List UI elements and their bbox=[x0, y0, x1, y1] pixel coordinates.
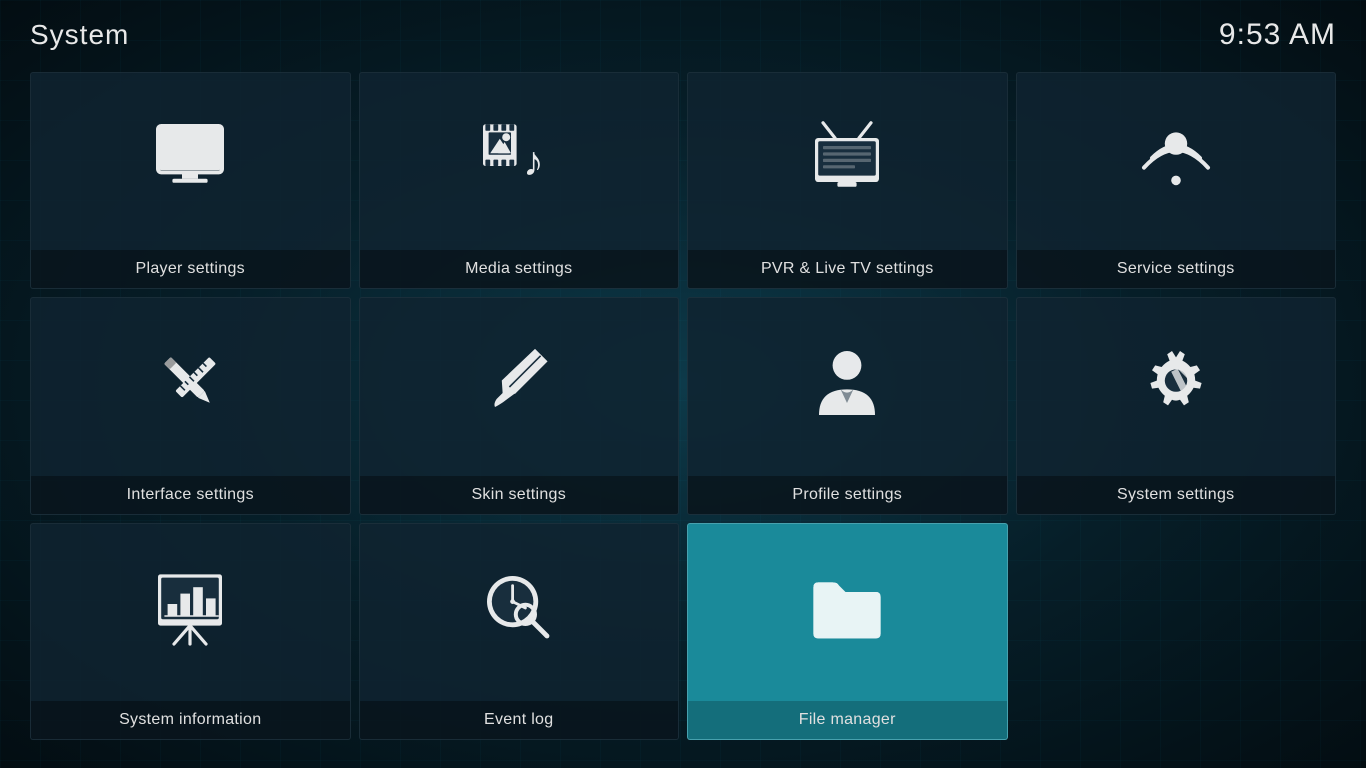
service-icon bbox=[1136, 118, 1216, 198]
player-settings-tile[interactable]: Player settings bbox=[30, 72, 351, 289]
skin-settings-tile[interactable]: Skin settings bbox=[359, 297, 680, 514]
event-log-label: Event log bbox=[360, 701, 679, 739]
event-log-tile[interactable]: Event log bbox=[359, 523, 680, 740]
skin-icon bbox=[479, 343, 559, 423]
media-settings-label: Media settings bbox=[360, 250, 679, 288]
clock-display: 9:53 AM bbox=[1219, 18, 1336, 52]
player-settings-label: Player settings bbox=[31, 250, 350, 288]
file-manager-icon-area bbox=[807, 524, 887, 701]
profile-settings-label: Profile settings bbox=[688, 476, 1007, 514]
pvr-settings-tile[interactable]: PVR & Live TV settings bbox=[687, 72, 1008, 289]
event-log-icon-area bbox=[479, 524, 559, 701]
skin-settings-label: Skin settings bbox=[360, 476, 679, 514]
pvr-settings-label: PVR & Live TV settings bbox=[688, 250, 1007, 288]
system-settings-tile[interactable]: System settings bbox=[1016, 297, 1337, 514]
profile-settings-icon-area bbox=[807, 298, 887, 475]
service-settings-label: Service settings bbox=[1017, 250, 1336, 288]
pvr-icon bbox=[807, 118, 887, 198]
profile-icon bbox=[807, 343, 887, 423]
system-information-tile[interactable]: System information bbox=[30, 523, 351, 740]
interface-settings-icon-area bbox=[150, 298, 230, 475]
system-settings-icon bbox=[1136, 343, 1216, 423]
media-settings-icon-area: ♪ bbox=[479, 73, 559, 250]
media-settings-tile[interactable]: ♪ Media settings bbox=[359, 72, 680, 289]
service-settings-icon-area bbox=[1136, 73, 1216, 250]
service-settings-tile[interactable]: Service settings bbox=[1016, 72, 1337, 289]
pvr-settings-icon-area bbox=[807, 73, 887, 250]
player-icon bbox=[150, 118, 230, 198]
file-manager-label: File manager bbox=[688, 701, 1007, 739]
system-information-icon bbox=[150, 568, 230, 648]
file-manager-tile[interactable]: File manager bbox=[687, 523, 1008, 740]
file-manager-icon bbox=[807, 568, 887, 648]
system-information-icon-area bbox=[150, 524, 230, 701]
profile-settings-tile[interactable]: Profile settings bbox=[687, 297, 1008, 514]
interface-settings-label: Interface settings bbox=[31, 476, 350, 514]
app-title: System bbox=[30, 19, 129, 51]
player-settings-icon-area bbox=[150, 73, 230, 250]
event-log-icon bbox=[479, 568, 559, 648]
system-settings-label: System settings bbox=[1017, 476, 1336, 514]
system-information-label: System information bbox=[31, 701, 350, 739]
system-settings-icon-area bbox=[1136, 298, 1216, 475]
svg-text:♪: ♪ bbox=[523, 137, 544, 184]
interface-settings-tile[interactable]: Interface settings bbox=[30, 297, 351, 514]
media-icon: ♪ bbox=[479, 118, 559, 198]
settings-grid: Player settings bbox=[0, 64, 1366, 760]
skin-settings-icon-area bbox=[479, 298, 559, 475]
interface-icon bbox=[150, 343, 230, 423]
